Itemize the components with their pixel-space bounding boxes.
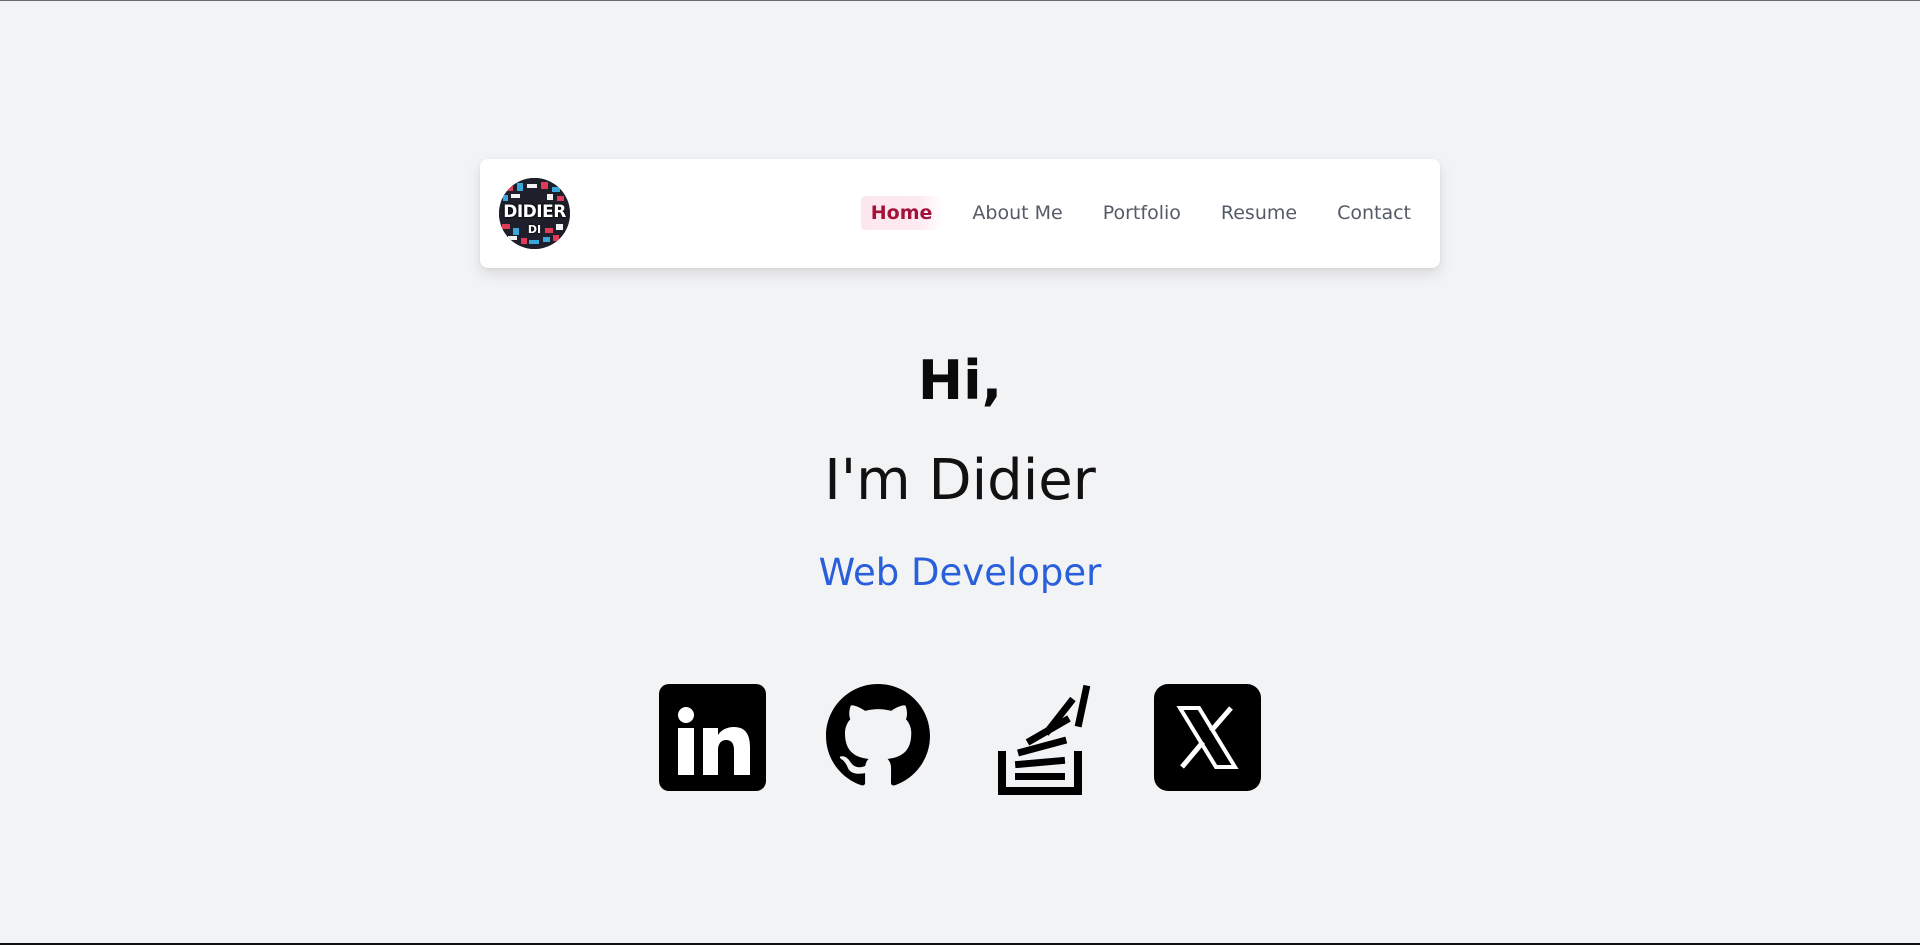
nav-link-about-me[interactable]: About Me xyxy=(962,196,1072,230)
github-link[interactable] xyxy=(826,684,930,804)
nav-links: Home About Me Portfolio Resume Contact xyxy=(860,196,1421,230)
nav-link-contact[interactable]: Contact xyxy=(1327,196,1421,230)
linkedin-link[interactable] xyxy=(659,684,766,804)
hero-intro: I'm Didier xyxy=(824,448,1096,513)
nav-link-home[interactable]: Home xyxy=(860,196,943,230)
github-icon xyxy=(826,684,930,786)
logo[interactable]: DIDIER DI xyxy=(499,178,570,249)
nav-link-resume[interactable]: Resume xyxy=(1211,196,1307,230)
hero-greeting: Hi, xyxy=(917,349,1003,412)
x-twitter-link[interactable] xyxy=(1154,684,1261,804)
logo-text: DIDIER xyxy=(503,202,566,222)
x-twitter-icon xyxy=(1154,684,1261,791)
logo-sub-text: DI xyxy=(527,223,542,236)
hero-role: Web Developer xyxy=(818,551,1102,594)
linkedin-icon xyxy=(659,684,766,791)
stackoverflow-link[interactable] xyxy=(998,677,1092,797)
nav-link-portfolio[interactable]: Portfolio xyxy=(1093,196,1191,230)
stackoverflow-icon xyxy=(998,684,1091,795)
navbar: DIDIER DI Home About Me Portfolio Resume… xyxy=(480,159,1440,268)
